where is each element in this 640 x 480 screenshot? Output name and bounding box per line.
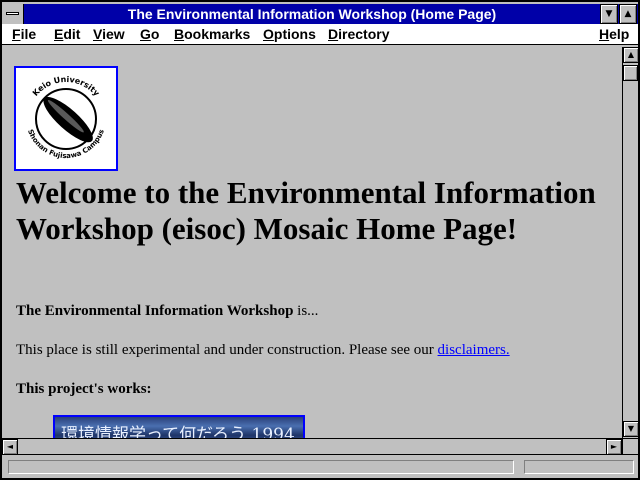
browser-window: The Environmental Information Workshop (…	[0, 0, 640, 480]
vertical-scroll-thumb[interactable]	[623, 65, 638, 81]
scroll-down-button[interactable]: ▼	[623, 421, 639, 437]
menu-help[interactable]: Help	[599, 25, 629, 43]
horizontal-scrollbar[interactable]: ◄ ►	[2, 438, 622, 455]
document-view[interactable]: Keio University Shonan Fujisawa Campus W…	[2, 47, 622, 438]
seal-ring-bottom-text: Shonan Fujisawa Campus	[26, 128, 106, 160]
status-bar	[2, 454, 638, 478]
intro-bold: The Environmental Information Workshop	[16, 303, 294, 319]
menu-bookmarks[interactable]: Bookmarks	[174, 25, 250, 43]
menu-edit[interactable]: Edit	[54, 25, 80, 43]
menu-view[interactable]: View	[93, 25, 125, 43]
scrollbar-corner	[622, 438, 638, 454]
menu-file[interactable]: File	[12, 25, 36, 43]
disclaimers-link[interactable]: disclaimers.	[438, 342, 510, 358]
seal-ring-top-text: Keio University	[31, 75, 102, 99]
maximize-button[interactable]: ▲	[619, 4, 637, 24]
vertical-scrollbar[interactable]: ▲ ▼	[622, 47, 639, 438]
title-bar[interactable]: The Environmental Information Workshop (…	[2, 4, 638, 24]
scroll-right-button[interactable]: ►	[606, 439, 622, 455]
system-menu-button[interactable]	[2, 4, 24, 24]
svg-text:Shonan Fujisawa Campus: Shonan Fujisawa Campus	[26, 128, 106, 160]
scroll-up-button[interactable]: ▲	[623, 47, 639, 63]
works-heading: This project's works:	[16, 381, 152, 397]
menu-go[interactable]: Go	[140, 25, 159, 43]
window-title: The Environmental Information Workshop (…	[127, 6, 497, 22]
construction-text: This place is still experimental and und…	[16, 342, 438, 358]
menu-directory[interactable]: Directory	[328, 25, 389, 43]
intro-rest: is...	[293, 303, 319, 319]
banner-text: 環境情報学って何だろう 1994	[61, 425, 295, 438]
intro-paragraph: The Environmental Information Workshop i…	[16, 302, 318, 320]
logo-image[interactable]: Keio University Shonan Fujisawa Campus	[14, 66, 118, 171]
construction-paragraph: This place is still experimental and und…	[16, 341, 510, 359]
banner-image-link[interactable]: 環境情報学って何だろう 1994	[53, 415, 305, 438]
menu-options[interactable]: Options	[263, 25, 316, 43]
page-heading: Welcome to the Environmental Information…	[16, 175, 596, 246]
menu-bar: File Edit View Go Bookmarks Options Dire…	[2, 24, 638, 45]
minimize-button[interactable]: ▼	[600, 4, 618, 24]
system-menu-icon	[6, 12, 19, 15]
status-text	[8, 460, 514, 474]
keio-sfc-seal-icon: Keio University Shonan Fujisawa Campus	[26, 75, 106, 160]
scroll-left-button[interactable]: ◄	[2, 439, 18, 455]
svg-text:Keio University: Keio University	[31, 75, 102, 99]
progress-panel	[524, 460, 634, 474]
